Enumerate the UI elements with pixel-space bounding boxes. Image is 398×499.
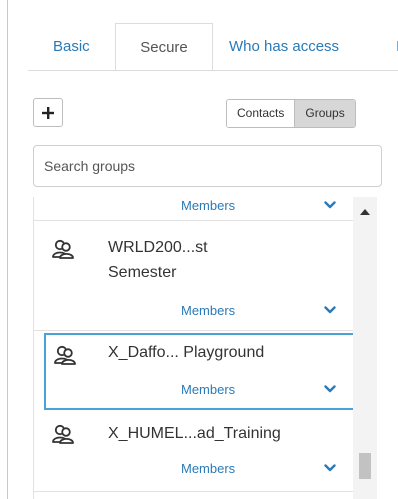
list-item[interactable]: X_HUMEL...ad_Training Members xyxy=(34,412,354,492)
tab-divider xyxy=(28,70,398,71)
sharing-panel: Basic Secure Who has access I Contacts G… xyxy=(7,0,398,499)
group-name: X_HUMEL...ad_Training xyxy=(108,425,281,442)
search-groups-input[interactable] xyxy=(33,145,382,187)
tab-secure[interactable]: Secure xyxy=(115,23,213,71)
group-icon xyxy=(54,345,76,365)
chevron-down-icon[interactable] xyxy=(324,306,336,314)
group-icon xyxy=(52,424,74,444)
group-name: WRLD200...st xyxy=(108,239,208,256)
scrollbar-thumb[interactable] xyxy=(359,453,371,479)
chevron-down-icon[interactable] xyxy=(324,201,336,209)
chevron-down-icon[interactable] xyxy=(324,464,336,472)
chevron-down-icon[interactable] xyxy=(324,385,336,393)
add-button[interactable] xyxy=(33,98,63,127)
list-scrollbar[interactable] xyxy=(353,197,377,499)
group-name: X_Daffo... Playground xyxy=(108,344,265,361)
contacts-groups-toggle: Contacts Groups xyxy=(226,99,356,128)
members-link[interactable]: Members xyxy=(181,303,235,318)
plus-icon xyxy=(42,106,54,119)
list-item[interactable]: Members xyxy=(34,197,354,221)
tab-basic[interactable]: Basic xyxy=(53,38,90,55)
members-link[interactable]: Members xyxy=(181,382,235,397)
tab-who-has-access[interactable]: Who has access xyxy=(229,38,339,55)
group-icon xyxy=(52,239,74,259)
list-item-selected[interactable]: X_Daffo... Playground Members xyxy=(44,333,358,410)
group-name-line2: Semester xyxy=(108,264,177,281)
scroll-up-arrow-icon[interactable] xyxy=(360,209,370,215)
members-link[interactable]: Members xyxy=(181,461,235,476)
contacts-toggle-button[interactable]: Contacts xyxy=(227,100,295,127)
members-link[interactable]: Members xyxy=(181,198,235,213)
groups-list: Members WRLD200...st Semester Members X_… xyxy=(33,197,378,499)
groups-toggle-button[interactable]: Groups xyxy=(294,100,355,127)
list-item[interactable]: WRLD200...st Semester Members xyxy=(34,221,354,331)
tab-bar: Basic Secure Who has access I xyxy=(8,0,398,71)
